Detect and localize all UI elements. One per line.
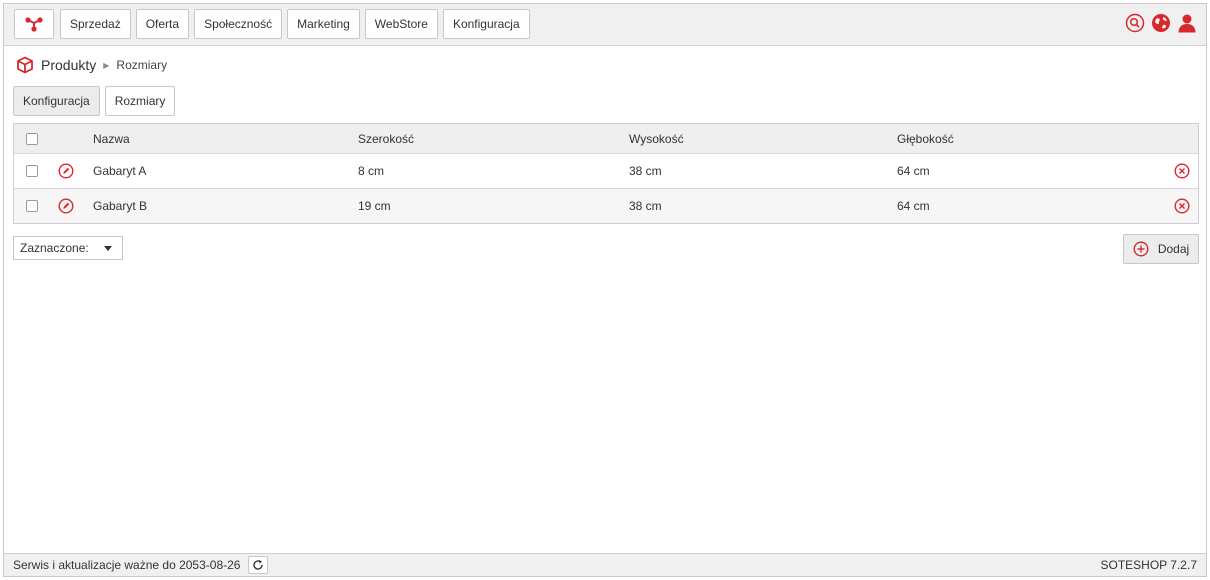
breadcrumb-separator-icon: ▶ (103, 60, 110, 70)
table-row: Gabaryt A 8 cm 38 cm 64 cm (14, 153, 1198, 188)
sizes-table: Nazwa Szerokość Wysokość Głębokość Gabar… (13, 123, 1199, 224)
status-bar: Serwis i aktualizacje ważne do 2053-08-2… (4, 553, 1206, 576)
refresh-icon (253, 560, 263, 570)
nav-offer[interactable]: Oferta (135, 9, 190, 39)
breadcrumb-products[interactable]: Produkty (41, 57, 96, 73)
edit-icon[interactable] (58, 163, 74, 179)
app-window: Sprzedaż Oferta Społeczność Marketing We… (3, 3, 1207, 577)
nav-webstore[interactable]: WebStore (364, 9, 438, 39)
cube-icon (17, 56, 33, 74)
row-checkbox[interactable] (26, 200, 38, 212)
select-all-cell (26, 124, 38, 153)
bulk-action-label: Zaznaczone: (20, 241, 89, 255)
refresh-button[interactable] (248, 556, 268, 574)
delete-cell (1174, 189, 1190, 223)
nav-marketing[interactable]: Marketing (287, 9, 360, 39)
search-icon[interactable] (1124, 12, 1146, 34)
globe-icon[interactable] (1150, 12, 1172, 34)
nav-sales[interactable]: Sprzedaż (60, 9, 131, 39)
breadcrumb: Produkty ▶ Rozmiary (16, 56, 167, 74)
tab-configuration[interactable]: Konfiguracja (13, 86, 100, 116)
tabs: Konfiguracja Rozmiary (13, 86, 176, 116)
table-header-row: Nazwa Szerokość Wysokość Głębokość (14, 124, 1198, 153)
logo-button[interactable] (14, 9, 54, 39)
main-menu: Sprzedaż Oferta Społeczność Marketing We… (60, 9, 530, 39)
row-checkbox[interactable] (26, 165, 38, 177)
header-width[interactable]: Szerokość (358, 124, 414, 153)
version-label: SOTESHOP 7.2.7 (1100, 558, 1198, 572)
header-name[interactable]: Nazwa (93, 124, 130, 153)
plus-circle-icon (1133, 241, 1149, 257)
user-icon[interactable] (1176, 12, 1198, 34)
delete-icon[interactable] (1174, 198, 1190, 214)
add-button[interactable]: Dodaj (1123, 234, 1199, 264)
top-icons (1124, 12, 1198, 34)
select-all-checkbox[interactable] (26, 132, 38, 145)
breadcrumb-current: Rozmiary (116, 58, 168, 72)
nav-configuration[interactable]: Konfiguracja (442, 9, 530, 39)
row-height: 38 cm (629, 164, 662, 178)
top-navigation-bar: Sprzedaż Oferta Społeczność Marketing We… (4, 4, 1206, 46)
row-name[interactable]: Gabaryt A (93, 154, 146, 188)
nav-community[interactable]: Społeczność (194, 9, 283, 39)
row-checkbox-cell (26, 154, 38, 188)
edit-icon[interactable] (58, 198, 74, 214)
delete-icon[interactable] (1174, 163, 1190, 179)
caret-down-icon (104, 246, 112, 251)
add-button-label: Dodaj (1157, 242, 1190, 256)
bulk-action-select[interactable]: Zaznaczone: (13, 236, 123, 260)
row-depth: 64 cm (897, 199, 930, 213)
edit-cell (58, 189, 74, 223)
header-depth[interactable]: Głębokość (897, 124, 954, 153)
tab-sizes[interactable]: Rozmiary (104, 86, 176, 116)
delete-cell (1174, 154, 1190, 188)
row-name[interactable]: Gabaryt B (93, 189, 147, 223)
share-node-icon (25, 17, 43, 32)
table-row: Gabaryt B 19 cm 38 cm 64 cm (14, 188, 1198, 223)
row-width: 19 cm (358, 199, 391, 213)
header-height[interactable]: Wysokość (629, 124, 684, 153)
row-height: 38 cm (629, 199, 662, 213)
edit-cell (58, 154, 74, 188)
row-checkbox-cell (26, 189, 38, 223)
row-width: 8 cm (358, 164, 385, 178)
row-depth: 64 cm (897, 164, 930, 178)
service-validity-text: Serwis i aktualizacje ważne do 2053-08-2… (13, 558, 241, 572)
